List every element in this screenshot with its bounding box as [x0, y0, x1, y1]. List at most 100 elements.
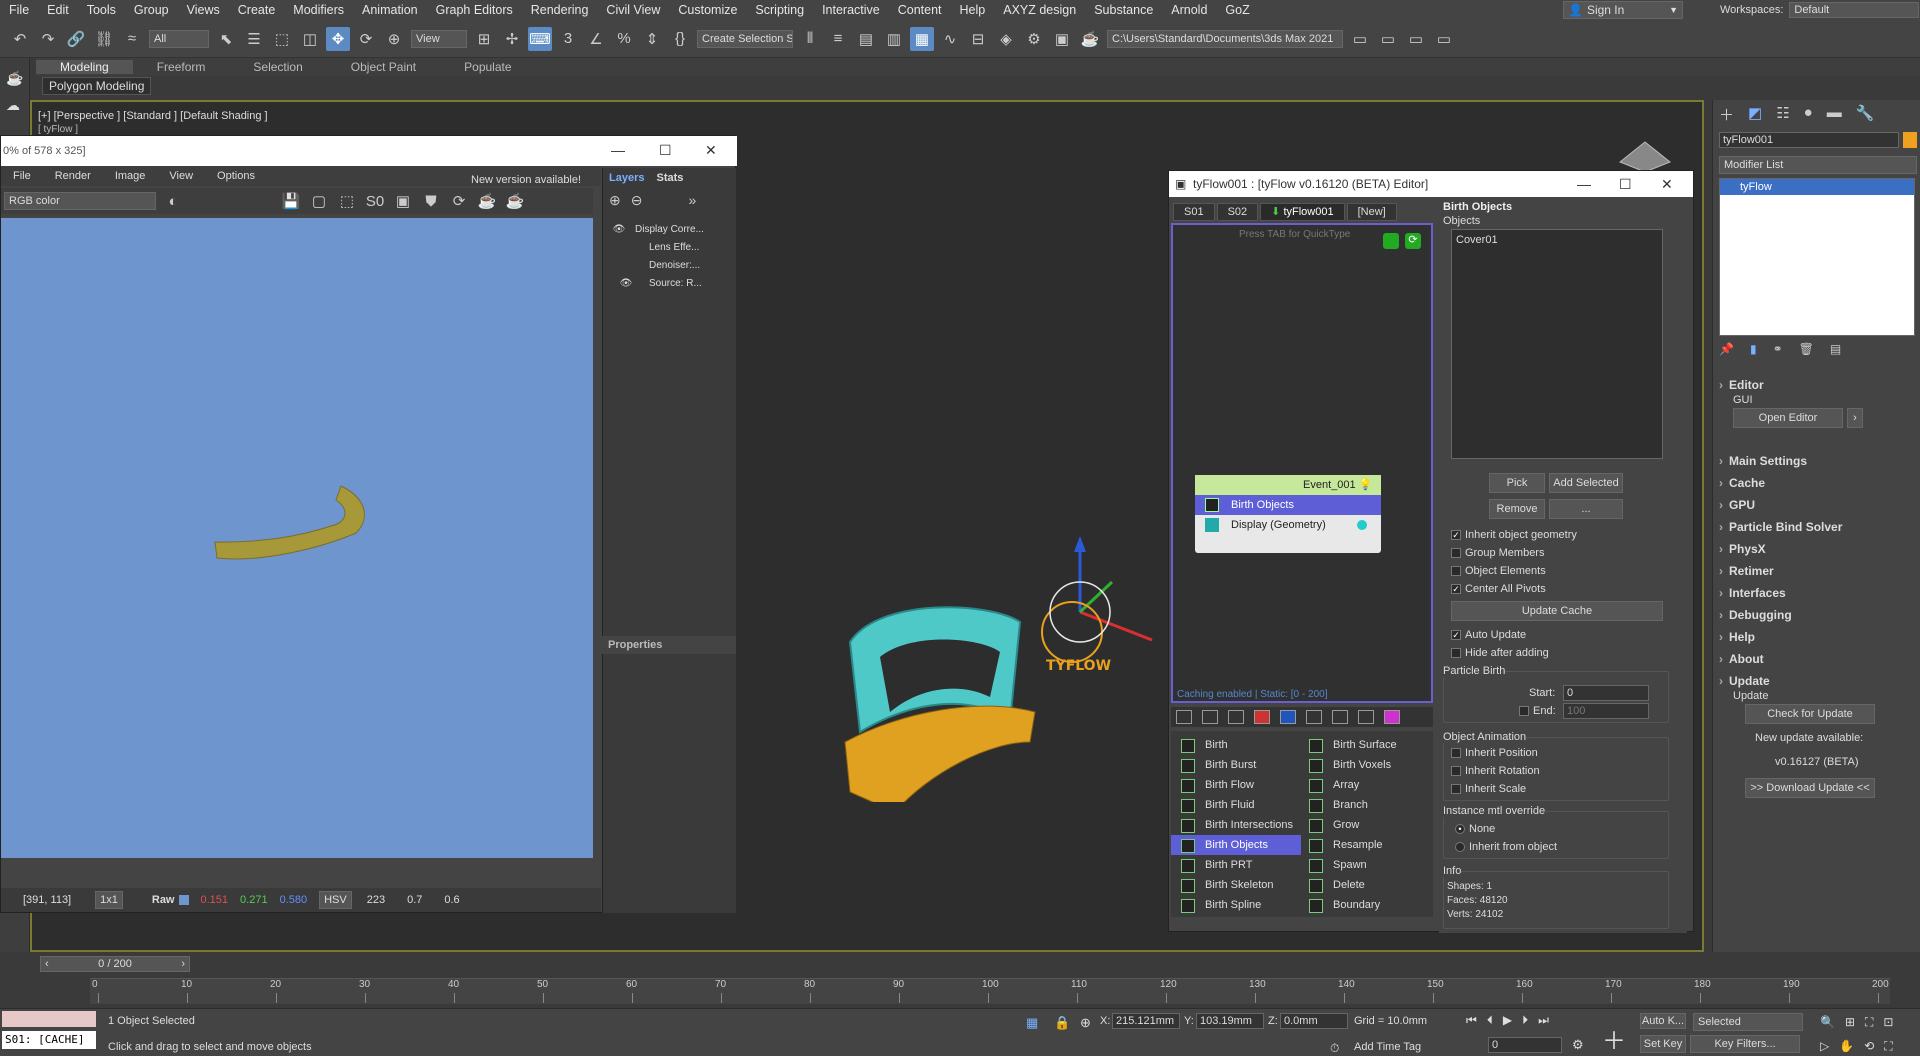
show-end-result-icon[interactable]: ▮	[1750, 342, 1757, 356]
absolute-mode-icon[interactable]: ⊕	[1080, 1015, 1091, 1031]
selection-filter-dropdown[interactable]: All	[149, 29, 209, 48]
checkbox[interactable]	[1519, 706, 1529, 716]
checkbox[interactable]	[1451, 784, 1461, 794]
auto-key-button[interactable]: Auto K...	[1640, 1013, 1686, 1029]
section-gpu[interactable]: GPU	[1719, 496, 1915, 514]
vfb-title-bar[interactable]: 0% of 578 x 325] — ☐ ✕	[1, 136, 737, 166]
object-list-item[interactable]: Cover01	[1456, 234, 1658, 246]
minimize-icon[interactable]: —	[611, 142, 625, 158]
section-update[interactable]: Update	[1719, 672, 1915, 690]
utilities-tab-icon[interactable]: 🔧	[1856, 104, 1875, 125]
operator-birth[interactable]: Birth	[1171, 735, 1301, 755]
tab-s01[interactable]: S01	[1173, 203, 1215, 221]
category-icon[interactable]	[1176, 710, 1192, 724]
window-crossing-icon[interactable]: ◫	[298, 27, 322, 51]
operator-spawn[interactable]: Spawn	[1299, 855, 1429, 875]
close-icon[interactable]: ✕	[705, 142, 717, 159]
editor-arrow-button[interactable]: ›	[1847, 408, 1863, 428]
vfb-menu-view[interactable]: View	[157, 170, 205, 182]
category-icon[interactable]	[1228, 710, 1244, 724]
channel-dropdown[interactable]: RGB color	[4, 192, 156, 210]
modifier-stack[interactable]: tyFlow	[1719, 178, 1915, 336]
object-name-field[interactable]: tyFlow001	[1719, 132, 1899, 148]
event-op-display[interactable]: Display (Geometry)	[1195, 515, 1381, 535]
section-main-settings[interactable]: Main Settings	[1719, 452, 1915, 470]
keyboard-shortcut-override-icon[interactable]: ⌨	[528, 26, 552, 51]
maxscript-mini-listener[interactable]	[2, 1011, 96, 1027]
vfb-menu-file[interactable]: File	[1, 170, 43, 182]
play-icon[interactable]	[1383, 233, 1399, 249]
z-coord-field[interactable]: 0.0mm	[1280, 1013, 1348, 1029]
vfb-new-version[interactable]: New version available!	[471, 174, 581, 186]
teapot-render-icon[interactable]: ☕	[503, 189, 527, 213]
section-debugging[interactable]: Debugging	[1719, 606, 1915, 624]
selection-lock-icon[interactable]: 🔒	[1054, 1015, 1070, 1031]
save-image-icon[interactable]: 💾	[279, 189, 303, 213]
sign-in-dropdown[interactable]: 👤 Sign In ▼	[1563, 1, 1683, 19]
inherit-from-object-radio[interactable]: Inherit from object	[1455, 841, 1557, 853]
orbit-icon[interactable]: ⟲	[1864, 1039, 1874, 1054]
category-icon[interactable]	[1306, 710, 1322, 724]
menu-item-group[interactable]: Group	[125, 3, 178, 17]
ribbon-tab-populate[interactable]: Populate	[440, 60, 535, 74]
check-update-button[interactable]: Check for Update	[1745, 704, 1875, 724]
spinner-snap-icon[interactable]: ⇕	[640, 27, 664, 51]
scene-explorer-icon[interactable]: ▤	[854, 27, 878, 51]
workspace-dropdown[interactable]: Default	[1789, 2, 1920, 18]
set-key-big-icon[interactable]: ＋	[1602, 1021, 1626, 1056]
checkbox[interactable]	[1451, 766, 1461, 776]
view-cube-icon[interactable]	[1610, 132, 1680, 172]
start-spinner[interactable]: 0	[1563, 685, 1649, 701]
percent-snap-icon[interactable]: %	[612, 27, 636, 51]
section-interfaces[interactable]: Interfaces	[1719, 584, 1915, 602]
operator-birth-spline[interactable]: Birth Spline	[1171, 895, 1301, 915]
section-about[interactable]: About	[1719, 650, 1915, 668]
move-icon[interactable]: ✥	[326, 26, 350, 51]
refresh-icon[interactable]: ⟳	[447, 189, 471, 213]
menu-item-edit[interactable]: Edit	[38, 3, 78, 17]
prev-frame-icon[interactable]: ‹	[45, 958, 49, 970]
operator-birth-objects[interactable]: Birth Objects	[1171, 835, 1301, 855]
section-help[interactable]: Help	[1719, 628, 1915, 646]
undo-icon[interactable]: ↶	[8, 27, 32, 51]
go-to-end-icon[interactable]: ⏭	[1538, 1013, 1549, 1028]
object-listbox[interactable]: Cover01	[1451, 229, 1663, 459]
bind-spacewarp-icon[interactable]: ≈	[120, 27, 144, 51]
set-key-button[interactable]: Set Key	[1640, 1035, 1686, 1053]
script-listener-output[interactable]: S01: [CACHE]	[2, 1031, 96, 1049]
teapot-icon[interactable]: ☕	[6, 70, 29, 87]
region-render-icon[interactable]: ▣	[391, 189, 415, 213]
time-config-icon[interactable]: ⚙	[1572, 1037, 1584, 1053]
checkbox[interactable]	[1451, 548, 1461, 558]
operator-branch[interactable]: Branch	[1299, 795, 1429, 815]
ribbon-toggle-icon[interactable]: ▦	[910, 26, 934, 51]
maximize-icon[interactable]: ☐	[659, 142, 672, 159]
stack-item-tyflow[interactable]: tyFlow	[1720, 179, 1914, 195]
inherit-geometry-checkbox[interactable]: ✓ Inherit object geometry	[1451, 529, 1577, 541]
object-elements-checkbox[interactable]: Object Elements	[1451, 565, 1546, 577]
scale-icon[interactable]: ⊕	[382, 27, 406, 51]
menu-item-goz[interactable]: GoZ	[1216, 3, 1258, 17]
render-production-icon[interactable]: ☕	[1078, 27, 1102, 51]
shield-icon[interactable]: ⛊	[419, 189, 443, 213]
copy-image-icon[interactable]: ▢	[307, 189, 331, 213]
checkbox-checked[interactable]: ✓	[1451, 630, 1461, 640]
operator-resample[interactable]: Resample	[1299, 835, 1429, 855]
operator-birth-intersections[interactable]: Birth Intersections	[1171, 815, 1301, 835]
set-project-icon[interactable]: ▭	[1432, 27, 1456, 51]
checkbox[interactable]	[1451, 566, 1461, 576]
menu-item-civil-view[interactable]: Civil View	[597, 3, 669, 17]
operator-birth-fluid[interactable]: Birth Fluid	[1171, 795, 1301, 815]
ribbon-tab-selection[interactable]: Selection	[229, 60, 326, 74]
ribbon-tab-modeling[interactable]: Modeling	[36, 60, 133, 74]
open-file-icon[interactable]: ▭	[1348, 27, 1372, 51]
lightbulb-icon[interactable]: 💡	[1359, 479, 1373, 491]
go-to-start-icon[interactable]: ⏮	[1466, 1013, 1477, 1028]
tab-tyflow001[interactable]: ⬇ tyFlow001	[1260, 203, 1345, 221]
section-physx[interactable]: PhysX	[1719, 540, 1915, 558]
zoom-dropdown[interactable]: 1x1	[95, 891, 123, 909]
color-mode-dropdown[interactable]: HSV	[319, 891, 352, 909]
menu-item-interactive[interactable]: Interactive	[813, 3, 889, 17]
menu-item-content[interactable]: Content	[889, 3, 951, 17]
color-mode-icon[interactable]: ◐	[161, 189, 185, 213]
